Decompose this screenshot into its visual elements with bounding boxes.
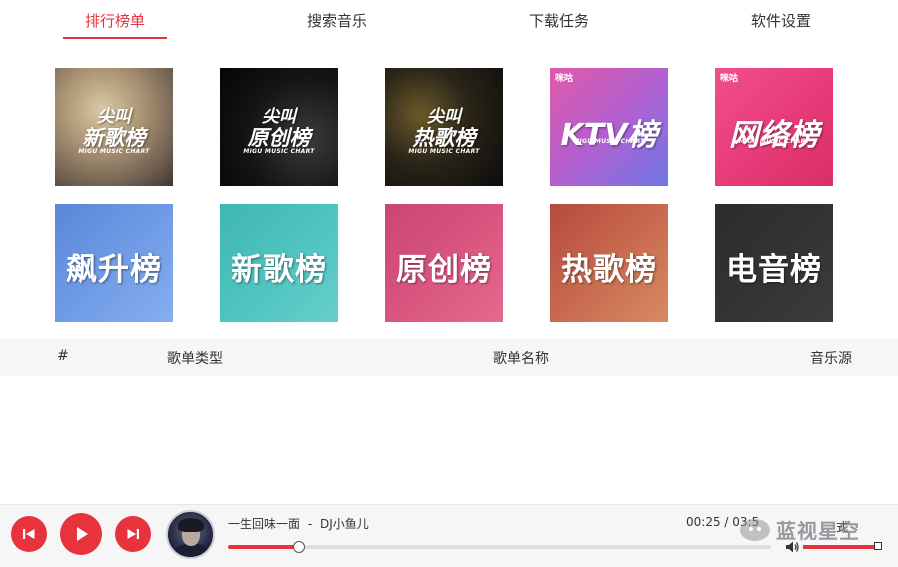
chart-cover-new[interactable]: 新歌榜 [220, 204, 338, 322]
play-icon [77, 527, 88, 541]
chart-cover-title: KTV榜 [560, 118, 658, 153]
volume-fill [803, 545, 879, 549]
player-bar: 一生回味一面 - DJ小鱼儿 00:25 / 03:5 式 蓝视星空 [0, 504, 898, 567]
chart-cover-subtitle: MIGU MUSIC CHART [573, 138, 645, 145]
chart-cover-original[interactable]: 尖叫 原创榜 MIGU MUSIC CHART [220, 68, 338, 186]
top-tabs: 排行榜单 搜索音乐 下载任务 软件设置 [0, 0, 898, 40]
column-index[interactable]: # [57, 348, 69, 364]
tab-settings[interactable]: 软件设置 [729, 10, 833, 38]
migu-logo: 咪咕 [555, 74, 574, 84]
chart-cover-network[interactable]: 咪咕 网络榜 MIGU MUSIC CHART [715, 68, 833, 186]
chart-cover-electronic[interactable]: 电音榜 [715, 204, 833, 322]
previous-button[interactable] [11, 516, 47, 552]
chart-cover-title: 电音榜 [726, 252, 822, 288]
chart-cover-title: 热歌榜 [561, 252, 657, 288]
next-button[interactable] [115, 516, 151, 552]
song-title: 一生回味一面 [228, 517, 301, 531]
tab-rankings[interactable]: 排行榜单 [63, 10, 167, 39]
column-music-source[interactable]: 音乐源 [810, 348, 852, 368]
progress-slider[interactable] [228, 541, 771, 553]
chart-cover-original-2[interactable]: 原创榜 [385, 204, 503, 322]
column-playlist-name[interactable]: 歌单名称 [493, 348, 549, 368]
tab-download-tasks[interactable]: 下载任务 [507, 10, 611, 38]
chart-cover-subtitle: MIGU MUSIC CHART [78, 148, 150, 155]
chart-cover-ktv[interactable]: 咪咕 KTV榜 MIGU MUSIC CHART [550, 68, 668, 186]
chart-cover-subtitle: MIGU MUSIC CHART [738, 138, 810, 145]
chart-cover-hot[interactable]: 热歌榜 [550, 204, 668, 322]
volume-icon[interactable] [784, 539, 800, 559]
wechat-logo-icon [740, 519, 770, 541]
now-playing: 一生回味一面 - DJ小鱼儿 [228, 515, 369, 532]
skip-previous-icon [23, 529, 35, 539]
tab-search-music[interactable]: 搜索音乐 [285, 10, 389, 38]
chart-cover-title: 原创榜 [396, 252, 492, 288]
migu-logo: 咪咕 [720, 74, 739, 84]
chart-cover-title: 网络榜 [729, 118, 819, 153]
chart-cover-title: 飙升榜 [66, 252, 162, 288]
chart-cover-hot-songs[interactable]: 尖叫 热歌榜 MIGU MUSIC CHART [385, 68, 503, 186]
skip-next-icon [127, 529, 139, 539]
playlist-table-header: # 歌单类型 歌单名称 音乐源 [0, 338, 898, 376]
chart-cover-title: 新歌榜 [231, 252, 327, 288]
play-button[interactable] [60, 513, 102, 555]
album-art[interactable] [166, 510, 215, 559]
progress-fill [228, 545, 299, 549]
chart-cover-subtitle: MIGU MUSIC CHART [408, 148, 480, 155]
playlist-table-body [0, 376, 898, 504]
volume-handle[interactable] [874, 542, 882, 550]
song-artist: DJ小鱼儿 [320, 517, 369, 531]
column-playlist-type[interactable]: 歌单类型 [167, 348, 223, 368]
title-separator: - [307, 517, 313, 531]
chart-cover-subtitle: MIGU MUSIC CHART [243, 148, 315, 155]
chart-cover-new-songs[interactable]: 尖叫 新歌榜 MIGU MUSIC CHART [55, 68, 173, 186]
volume-slider[interactable] [803, 542, 882, 550]
chart-cover-rising[interactable]: 飙升榜 [55, 204, 173, 322]
progress-handle[interactable] [292, 541, 305, 553]
